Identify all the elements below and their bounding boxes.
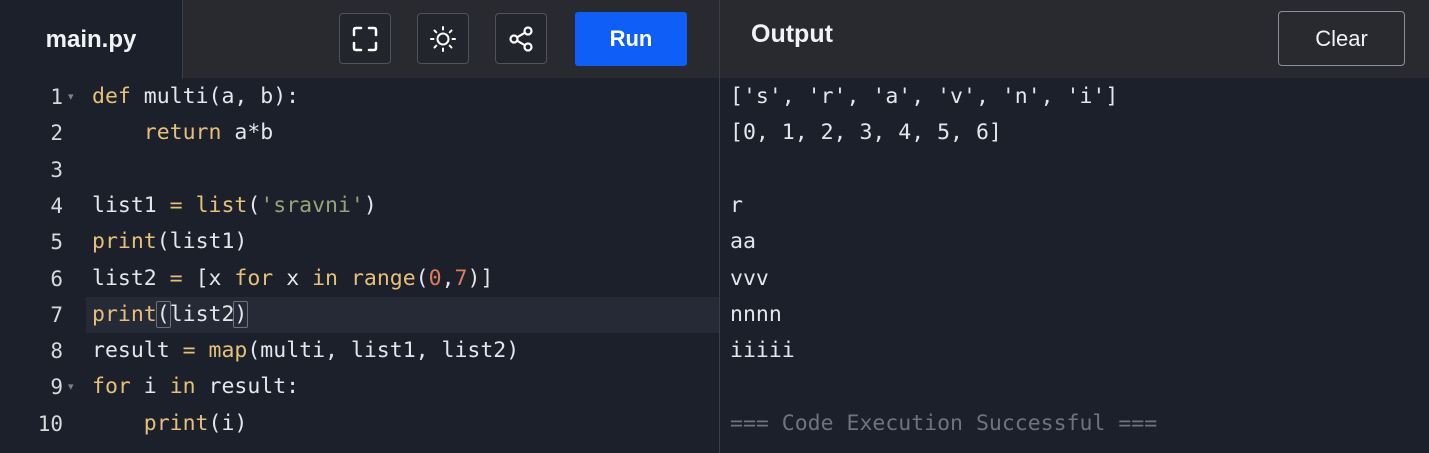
top-toolbar: [0, 0, 1429, 78]
code-text: list2: [169, 301, 235, 327]
line-number: 3: [50, 157, 63, 182]
code-text: i: [130, 374, 170, 400]
fullscreen-icon: [352, 26, 378, 51]
builtin-function: print: [92, 229, 157, 255]
line-number: 8: [50, 339, 63, 364]
output-line: aa: [730, 229, 756, 255]
line-number: 9: [50, 375, 63, 400]
code-line-7[interactable]: print(list2): [92, 297, 249, 333]
code-line-9[interactable]: for i in result:: [92, 369, 299, 405]
line-number-gutter: 1 ▾ 2 3 4 5 6 7 8 9 ▾ 10: [0, 79, 86, 453]
code-text: [x: [182, 265, 235, 291]
output-line: r: [730, 192, 743, 218]
share-button[interactable]: [495, 13, 547, 64]
code-text: list2: [92, 265, 170, 291]
theme-brightness-icon: [430, 25, 456, 52]
matching-bracket-close: ): [233, 300, 249, 328]
line-number: 5: [50, 230, 63, 255]
code-line-5[interactable]: print(list1): [92, 224, 247, 260]
code-line-4[interactable]: list1 = list('sravni'): [92, 188, 377, 224]
line-number: 4: [50, 193, 63, 218]
theme-toggle-button[interactable]: [417, 13, 469, 64]
code-text: (i): [208, 410, 248, 436]
code-text: (: [247, 192, 261, 218]
execution-status-message: === Code Execution Successful ===: [730, 410, 1158, 436]
fullscreen-button[interactable]: [339, 13, 391, 64]
fold-arrow-icon[interactable]: ▾: [68, 79, 74, 115]
output-line: [0, 1, 2, 3, 4, 5, 6]: [730, 120, 1002, 146]
code-line-1[interactable]: def multi(a, b):: [92, 79, 299, 115]
code-line-2[interactable]: return a*b: [92, 115, 273, 151]
line-number: 10: [37, 411, 63, 436]
operator: =: [169, 265, 183, 291]
code-line-10[interactable]: print(i): [92, 406, 248, 442]
code-text: (: [415, 265, 429, 291]
code-text: (list1): [156, 229, 248, 255]
keyword-for: for: [234, 265, 274, 291]
keyword-def: def: [92, 84, 131, 109]
builtin-function: map: [208, 338, 248, 364]
code-text: list1: [92, 192, 170, 218]
code-line-8[interactable]: result = map(multi, list1, list2): [92, 333, 519, 369]
keyword-in: in: [312, 265, 338, 291]
operator: =: [182, 338, 196, 364]
builtin-function: list: [195, 192, 248, 218]
output-line: vvv: [730, 265, 769, 291]
code-text: multi(a, b):: [130, 84, 300, 109]
operator: =: [169, 192, 183, 218]
run-button[interactable]: Run: [575, 12, 687, 66]
share-icon: [509, 25, 533, 52]
fold-arrow-icon[interactable]: ▾: [68, 369, 74, 405]
clear-button[interactable]: Clear: [1278, 11, 1405, 66]
string-literal: 'sravni': [260, 192, 364, 218]
builtin-function: print: [143, 410, 209, 436]
matching-bracket-open: (: [155, 300, 171, 328]
file-tab-main-py[interactable]: main.py: [0, 0, 183, 79]
output-title: Output: [751, 20, 833, 48]
line-number: 7: [50, 302, 63, 327]
keyword-in: in: [169, 374, 196, 400]
output-line: ['s', 'r', 'a', 'v', 'n', 'i']: [730, 84, 1119, 109]
code-text: x: [273, 265, 313, 291]
code-text: )]: [467, 265, 494, 291]
output-line: nnnn: [730, 301, 782, 327]
line-number: 1: [50, 85, 63, 109]
code-text: ): [363, 192, 377, 218]
line-number: 6: [50, 266, 63, 291]
line-number: 2: [50, 121, 63, 146]
code-text: ,: [441, 265, 455, 291]
output-line: iiiii: [730, 338, 795, 364]
code-text: a*b: [221, 120, 274, 146]
builtin-function: print: [92, 301, 157, 327]
builtin-function: range: [350, 265, 416, 291]
code-text: (multi, list1, list2): [247, 338, 520, 364]
keyword-for: for: [92, 374, 131, 400]
number-literal: 7: [454, 265, 468, 291]
code-text: result: [92, 338, 183, 364]
pane-divider[interactable]: [719, 0, 720, 453]
code-text: result:: [195, 374, 300, 400]
number-literal: 0: [428, 265, 442, 291]
code-line-6[interactable]: list2 = [x for x in range(0,7)]: [92, 261, 493, 297]
keyword-return: return: [143, 120, 222, 146]
